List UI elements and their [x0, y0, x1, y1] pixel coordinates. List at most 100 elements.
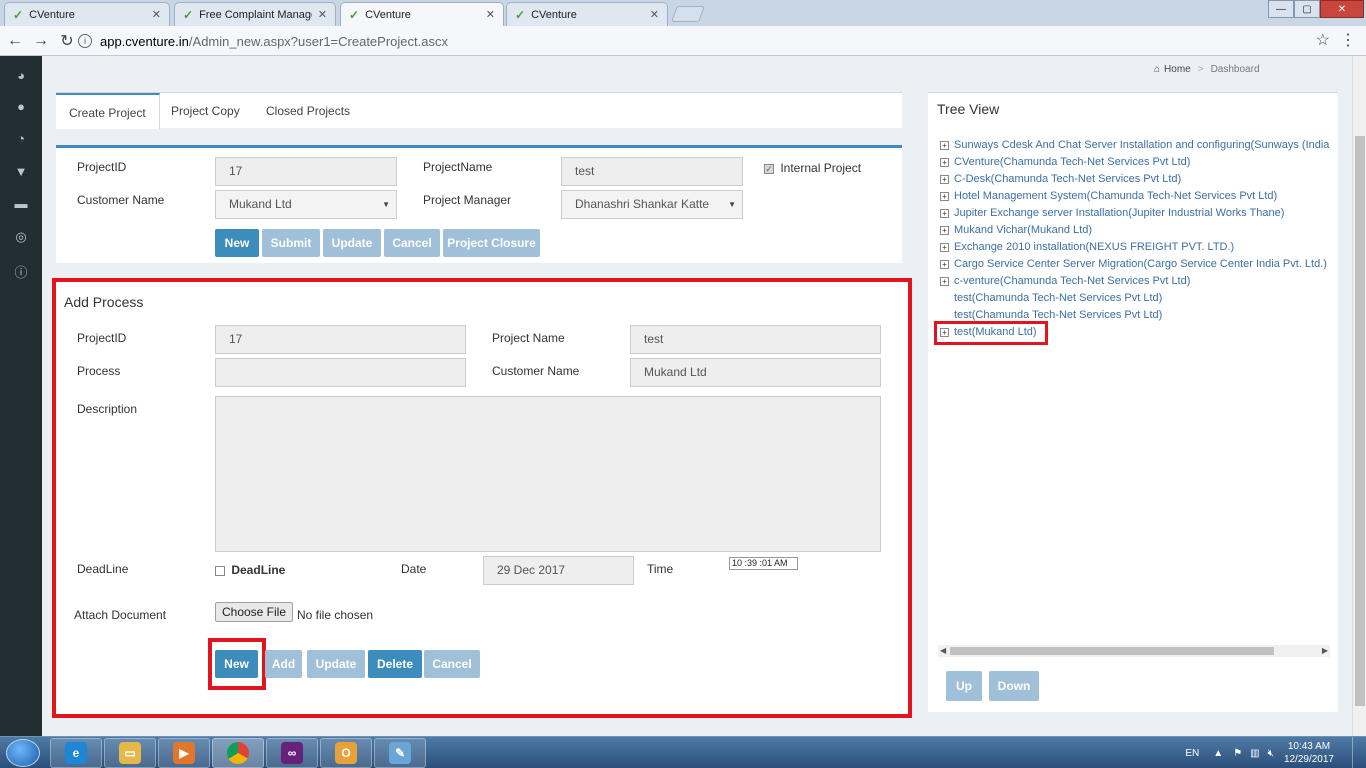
tree-node[interactable]: + Jupiter Exchange server Installation(Ju…: [940, 205, 1330, 222]
expand-plus-icon[interactable]: +: [940, 140, 949, 150]
tree-horizontal-scrollbar[interactable]: ◀ ▶: [938, 645, 1330, 657]
tree-node-label[interactable]: Cargo Service Center Server Migration(Ca…: [954, 258, 1327, 270]
browser-tab-1[interactable]: ✓ CVenture ✕: [4, 2, 170, 26]
expand-plus-icon[interactable]: +: [940, 225, 949, 235]
expand-plus-icon[interactable]: +: [940, 174, 949, 184]
chrome-taskbar-icon[interactable]: [212, 738, 264, 768]
user-icon[interactable]: ●: [0, 99, 42, 114]
scroll-left-icon[interactable]: ◀: [940, 645, 946, 657]
deadline-checkbox[interactable]: DeadLine: [215, 563, 285, 577]
volume-muted-icon[interactable]: 🔇︎: [1268, 748, 1274, 759]
pie-chart-icon[interactable]: ◔: [0, 131, 42, 146]
visual-studio-taskbar-icon[interactable]: ∞: [266, 738, 318, 768]
tab-close-icon[interactable]: ✕: [486, 8, 495, 21]
browser-menu-icon[interactable]: ⋮: [1340, 30, 1356, 50]
url-field[interactable]: i app.cventure.in/Admin_new.aspx?user1=C…: [78, 30, 1336, 52]
tree-node[interactable]: + C-Desk(Chamunda Tech-Net Services Pvt L…: [940, 171, 1330, 188]
customer-name-select[interactable]: Mukand Ltd: [215, 190, 397, 219]
minimize-button[interactable]: —: [1268, 0, 1294, 18]
tree-node-label[interactable]: Exchange 2010 installation(NEXUS FREIGHT…: [954, 241, 1234, 253]
new-process-button[interactable]: New: [215, 650, 258, 678]
maximize-button[interactable]: ▢: [1294, 0, 1320, 18]
close-window-button[interactable]: ✕: [1320, 0, 1364, 18]
browser-tab-2[interactable]: ✓ Free Complaint Managem ✕: [174, 2, 336, 26]
expand-plus-icon[interactable]: +: [940, 157, 949, 167]
outlook-taskbar-icon[interactable]: O: [320, 738, 372, 768]
project-manager-select[interactable]: Dhanashri Shankar Katte: [561, 190, 743, 219]
tree-node-label[interactable]: Hotel Management System(Chamunda Tech-Ne…: [954, 190, 1277, 202]
scrollbar-thumb[interactable]: [1355, 136, 1365, 706]
bookmark-star-icon[interactable]: ☆: [1316, 30, 1330, 50]
tree-node[interactable]: + Mukand Vichar(Mukand Ltd): [940, 222, 1330, 239]
tree-down-button[interactable]: Down: [989, 671, 1039, 701]
submit-button[interactable]: Submit: [262, 229, 320, 257]
tree-node[interactable]: + Cargo Service Center Server Migration(C…: [940, 256, 1330, 273]
scrollbar-thumb[interactable]: [950, 647, 1274, 655]
date-field[interactable]: 29 Dec 2017: [483, 556, 634, 585]
credit-card-icon[interactable]: ▬: [0, 196, 42, 211]
tab-create-project[interactable]: Create Project: [56, 93, 160, 129]
description-textarea[interactable]: [215, 396, 881, 552]
process-customer-name-field[interactable]: Mukand Ltd: [630, 358, 881, 387]
tree-node-label[interactable]: Sunways Cdesk And Chat Server Installati…: [954, 139, 1329, 151]
cancel-button[interactable]: Cancel: [384, 229, 440, 257]
media-player-taskbar-icon[interactable]: ▶: [158, 738, 210, 768]
checkbox-checked-icon[interactable]: ✓: [764, 163, 774, 174]
action-center-flag-icon[interactable]: ⚑: [1233, 748, 1242, 759]
tree-node-label[interactable]: test(Chamunda Tech-Net Services Pvt Ltd): [954, 292, 1162, 304]
tab-project-copy[interactable]: Project Copy: [158, 93, 253, 129]
paint-taskbar-icon[interactable]: ✎: [374, 738, 426, 768]
file-explorer-taskbar-icon[interactable]: ▭: [104, 738, 156, 768]
back-arrow-icon[interactable]: ←: [4, 32, 26, 50]
browser-tab-4[interactable]: ✓ CVenture ✕: [506, 2, 668, 26]
expand-plus-icon[interactable]: +: [940, 191, 949, 201]
checkbox-unchecked-icon[interactable]: [215, 565, 225, 576]
tree-node-label[interactable]: Jupiter Exchange server Installation(Jup…: [954, 207, 1284, 219]
page-scrollbar[interactable]: [1352, 56, 1366, 736]
tree-node[interactable]: + c-venture(Chamunda Tech-Net Services Pv…: [940, 273, 1330, 290]
add-process-button[interactable]: Add: [265, 650, 302, 678]
site-info-icon[interactable]: i: [78, 34, 92, 48]
network-icon[interactable]: ▥: [1250, 748, 1259, 759]
update-button[interactable]: Update: [323, 229, 381, 257]
internal-project-checkbox[interactable]: ✓ Internal Project: [764, 161, 861, 175]
internet-explorer-taskbar-icon[interactable]: e: [50, 738, 102, 768]
choose-file-button[interactable]: Choose File: [215, 602, 293, 622]
tree-node-label[interactable]: test(Chamunda Tech-Net Services Pvt Ltd): [954, 309, 1162, 321]
reload-icon[interactable]: ↻: [56, 31, 78, 51]
tab-close-icon[interactable]: ✕: [318, 8, 327, 21]
project-id-field[interactable]: 17: [215, 157, 397, 186]
expand-plus-icon[interactable]: +: [940, 276, 949, 286]
project-name-field[interactable]: test: [561, 157, 743, 186]
tree-node[interactable]: + CVenture(Chamunda Tech-Net Services Pvt…: [940, 154, 1330, 171]
tree-node-label[interactable]: Mukand Vichar(Mukand Ltd): [954, 224, 1092, 236]
tree-node[interactable]: + Exchange 2010 installation(NEXUS FREIGH…: [940, 239, 1330, 256]
delete-process-button[interactable]: Delete: [368, 650, 422, 678]
new-tab-button[interactable]: [671, 6, 705, 22]
process-project-name-field[interactable]: test: [630, 325, 881, 354]
tab-close-icon[interactable]: ✕: [650, 8, 659, 21]
system-clock[interactable]: 10:43 AM 12/29/2017: [1284, 740, 1334, 766]
expand-plus-icon[interactable]: +: [940, 208, 949, 218]
new-project-button[interactable]: New: [215, 229, 259, 257]
tree-node-label[interactable]: c-venture(Chamunda Tech-Net Services Pvt…: [954, 275, 1190, 287]
tree-node-label[interactable]: CVenture(Chamunda Tech-Net Services Pvt …: [954, 156, 1190, 168]
dashboard-icon[interactable]: ◕: [0, 68, 42, 83]
tree-node[interactable]: test(Chamunda Tech-Net Services Pvt Ltd): [940, 290, 1330, 307]
show-hidden-icons-icon[interactable]: ▲: [1213, 748, 1223, 759]
process-field[interactable]: [215, 358, 466, 387]
tab-close-icon[interactable]: ✕: [152, 8, 161, 21]
expand-plus-icon[interactable]: +: [940, 259, 949, 269]
process-project-id-field[interactable]: 17: [215, 325, 466, 354]
tree-node[interactable]: + Hotel Management System(Chamunda Tech-N…: [940, 188, 1330, 205]
cancel-process-button[interactable]: Cancel: [424, 650, 480, 678]
tree-node[interactable]: + Sunways Cdesk And Chat Server Installat…: [940, 137, 1330, 154]
update-process-button[interactable]: Update: [307, 650, 365, 678]
tree-up-button[interactable]: Up: [946, 671, 982, 701]
language-indicator[interactable]: EN: [1185, 748, 1199, 759]
info-icon[interactable]: ⓘ: [0, 262, 42, 281]
cart-icon[interactable]: ▼: [0, 164, 42, 179]
tab-closed-projects[interactable]: Closed Projects: [253, 93, 363, 129]
tree-node-label[interactable]: C-Desk(Chamunda Tech-Net Services Pvt Lt…: [954, 173, 1181, 185]
project-closure-button[interactable]: Project Closure: [443, 229, 540, 257]
